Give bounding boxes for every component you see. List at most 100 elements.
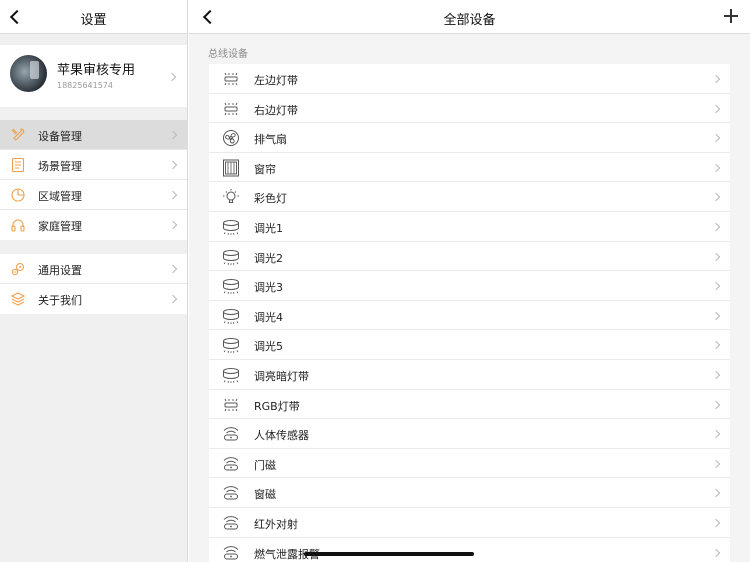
pie-chart-icon (10, 187, 26, 203)
device-row[interactable]: 调亮暗灯带 (209, 360, 730, 390)
chevron-right-icon (168, 160, 178, 170)
chevron-right-icon (711, 311, 721, 320)
devices-nav-bar: 全部设备 (189, 0, 750, 34)
device-label: 人体传感器 (254, 429, 309, 443)
chevron-right-icon (711, 222, 721, 232)
device-label: 门磁 (254, 458, 276, 472)
light-strip-icon (221, 396, 241, 414)
profile-card[interactable]: 苹果审核专用 18825641574 (0, 45, 187, 107)
device-label: 排气扇 (254, 133, 287, 147)
chevron-right-icon (711, 281, 721, 291)
profile-phone: 18825641574 (57, 81, 113, 90)
device-row[interactable]: 调光4 (209, 301, 730, 331)
device-row[interactable]: 窗帘 (209, 153, 730, 183)
device-row[interactable]: 调光5 (209, 330, 730, 360)
chevron-right-icon (168, 220, 178, 230)
dimmer-icon (221, 366, 241, 384)
chevron-right-icon (711, 429, 721, 439)
settings-pane: 设置 苹果审核专用 18825641574 设备管理场景管理区域管理家庭管理 通… (0, 0, 188, 562)
device-label: 右边灯带 (254, 103, 298, 117)
device-label: RGB灯带 (254, 399, 300, 413)
menu-item-label: 设备管理 (38, 130, 82, 143)
settings-title: 设置 (80, 13, 107, 28)
device-label: 红外对射 (254, 517, 298, 531)
tools-icon (10, 127, 26, 143)
add-device-icon[interactable] (724, 9, 738, 23)
device-label: 彩色灯 (254, 192, 287, 206)
menu-item-label: 区域管理 (38, 190, 82, 203)
device-label: 调光4 (254, 310, 283, 324)
menu-item-label: 关于我们 (38, 294, 82, 307)
avatar (10, 55, 47, 92)
chevron-right-icon (711, 104, 721, 113)
dimmer-icon (221, 277, 241, 295)
device-label: 调亮暗灯带 (254, 369, 309, 383)
gears-icon (10, 261, 26, 277)
chevron-right-icon (711, 193, 721, 202)
chevron-right-icon (711, 548, 721, 557)
chevron-right-icon (711, 489, 721, 498)
device-label: 窗磁 (254, 488, 276, 502)
profile-name: 苹果审核专用 (57, 63, 136, 78)
device-row[interactable]: 彩色灯 (209, 182, 730, 212)
menu-item[interactable]: 关于我们 (0, 284, 187, 314)
sensor-icon (221, 514, 241, 532)
device-row[interactable]: 调光1 (209, 212, 730, 242)
light-strip-icon (221, 100, 241, 118)
chevron-right-icon (167, 72, 177, 82)
chevron-right-icon (711, 459, 721, 468)
menu-item[interactable]: 场景管理 (0, 150, 187, 180)
sensor-icon (221, 425, 241, 443)
chevron-right-icon (711, 163, 721, 173)
device-row[interactable]: 调光3 (209, 271, 730, 301)
layers-icon (10, 291, 26, 307)
menu-item[interactable]: 设备管理 (0, 120, 187, 150)
menu-item[interactable]: 区域管理 (0, 180, 187, 210)
menu-item[interactable]: 通用设置 (0, 254, 187, 284)
menu-item-label: 场景管理 (38, 160, 82, 173)
chevron-right-icon (711, 252, 721, 261)
chevron-right-icon (168, 130, 178, 140)
sensor-icon (221, 455, 241, 473)
menu-item-label: 通用设置 (38, 264, 82, 277)
device-label: 调光5 (254, 340, 283, 354)
device-row[interactable]: 调光2 (209, 242, 730, 272)
device-label: 调光2 (254, 251, 283, 265)
menu-item[interactable]: 家庭管理 (0, 210, 187, 240)
chevron-right-icon (711, 400, 721, 409)
device-label: 调光1 (254, 221, 283, 235)
device-row[interactable]: 排气扇 (209, 123, 730, 153)
fan-icon (221, 129, 241, 147)
device-row[interactable]: 人体传感器 (209, 419, 730, 449)
chevron-right-icon (711, 341, 721, 350)
headset-icon (10, 217, 26, 233)
dimmer-icon (221, 307, 241, 325)
settings-nav-bar: 设置 (0, 0, 187, 34)
device-label: 窗帘 (254, 162, 276, 176)
menu-item-label: 家庭管理 (38, 220, 82, 233)
device-row[interactable]: 红外对射 (209, 508, 730, 538)
device-list: 左边灯带右边灯带排气扇窗帘彩色灯调光1 调光2 调光3 调光4 调光5 调亮暗灯带 RGB灯… (209, 64, 730, 562)
device-row[interactable]: 右边灯带 (209, 94, 730, 124)
chevron-right-icon (711, 74, 721, 84)
chevron-right-icon (168, 190, 178, 200)
chevron-right-icon (711, 518, 721, 528)
device-row[interactable]: RGB灯带 (209, 390, 730, 420)
chevron-right-icon (168, 264, 178, 274)
devices-title: 全部设备 (443, 13, 496, 28)
device-row[interactable]: 左边灯带 (209, 64, 730, 94)
light-strip-icon (221, 70, 241, 88)
device-row[interactable]: 门磁 (209, 449, 730, 479)
section-header: 总线设备 (208, 49, 248, 60)
chevron-right-icon (168, 294, 178, 304)
home-indicator[interactable] (304, 552, 474, 556)
dimmer-icon (221, 248, 241, 266)
device-row[interactable]: 燃气泄露报警 (209, 538, 730, 562)
devices-pane: 全部设备 总线设备 左边灯带右边灯带排气扇窗帘彩色灯调光1 调光2 调光3 调光4 调光… (189, 0, 750, 562)
bulb-icon (221, 188, 241, 206)
sensor-icon (221, 544, 241, 562)
device-label: 调光3 (254, 281, 283, 295)
device-row[interactable]: 窗磁 (209, 478, 730, 508)
dimmer-icon (221, 218, 241, 236)
document-icon (10, 157, 26, 173)
